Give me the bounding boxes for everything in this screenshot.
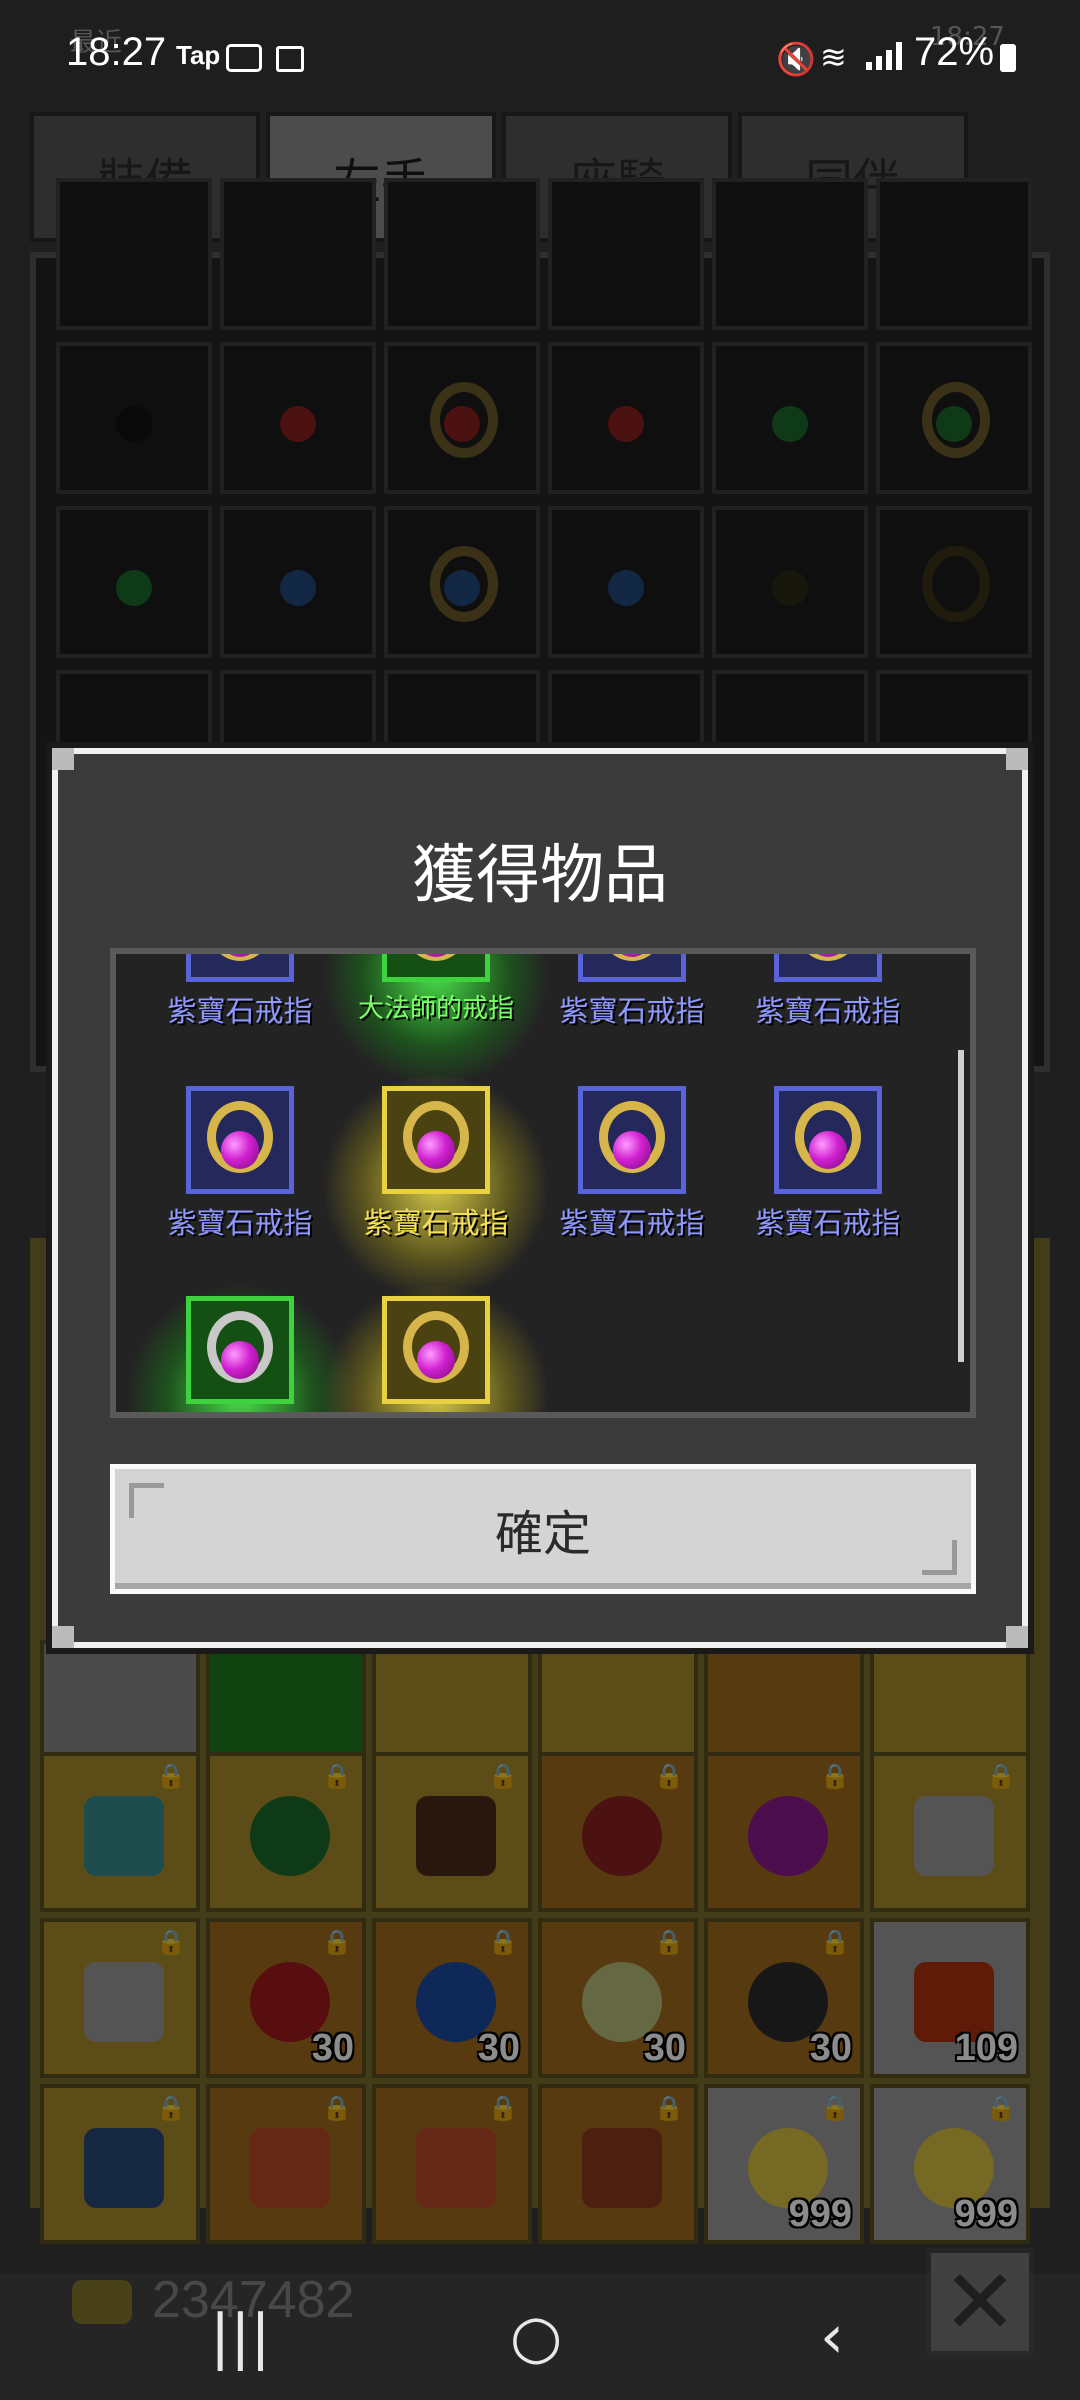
signal-icon (866, 40, 906, 70)
loot-item[interactable]: 紫寶石戒指 (318, 1076, 554, 1296)
dialog-corner (1006, 1626, 1028, 1648)
status-time: 18:27 (66, 30, 167, 74)
gem-icon (809, 1131, 847, 1169)
dialog-corner (1006, 748, 1028, 770)
item-frame (186, 1086, 294, 1194)
loot-item[interactable]: 紫寶石戒指 (730, 954, 926, 1074)
gem-icon (221, 1341, 259, 1379)
item-frame (382, 1086, 490, 1194)
loot-list[interactable]: 紫寶石戒指 大法師的戒指 紫寶石戒指 紫寶石戒指 紫寶石戒指 紫寶石戒指 紫寶石… (110, 948, 976, 1418)
item-frame (578, 1086, 686, 1194)
gem-icon (613, 1131, 651, 1169)
loot-item[interactable] (318, 1286, 554, 1412)
item-frame (774, 1086, 882, 1194)
status-bar: 最近 18:27 18:27 Tap 🔇 ≋ 72% (0, 0, 1080, 110)
loot-item-name: 紫寶石戒指 (755, 994, 901, 1028)
battery-icon (1000, 44, 1016, 72)
obtained-items-dialog: 獲得物品 紫寶石戒指 大法師的戒指 紫寶石戒指 紫寶石戒指 紫寶石戒指 紫寶石戒… (52, 748, 1028, 1648)
home-icon[interactable]: ○ (510, 2302, 562, 2372)
item-frame (186, 1296, 294, 1404)
loot-item-name: 紫寶石戒指 (167, 994, 313, 1028)
wifi-icon: ≋ (820, 38, 847, 76)
loot-item[interactable]: 紫寶石戒指 (142, 1086, 338, 1286)
system-nav-bar: ||| ○ ‹ (0, 2274, 1080, 2400)
loot-item[interactable]: 紫寶石戒指 (534, 1086, 730, 1286)
loot-item-name: 紫寶石戒指 (363, 1206, 509, 1240)
loot-item[interactable]: 紫寶石戒指 (534, 954, 730, 1074)
item-frame (578, 954, 686, 982)
dialog-corner (52, 1626, 74, 1648)
battery-percent: 72% (914, 30, 995, 74)
gem-icon (221, 1131, 259, 1169)
dialog-corner (52, 748, 74, 770)
loot-item-name: 紫寶石戒指 (559, 1206, 705, 1240)
mute-icon: 🔇 (776, 40, 816, 78)
item-frame (382, 954, 490, 982)
scrollbar[interactable] (958, 1050, 964, 1362)
loot-item[interactable]: 紫寶石戒指 (730, 1086, 926, 1286)
loot-item-name: 紫寶石戒指 (167, 1206, 313, 1240)
loot-item[interactable]: 紫寶石戒指 (142, 954, 338, 1074)
button-corner (129, 1483, 164, 1518)
recent-apps-icon[interactable]: ||| (210, 2302, 271, 2372)
loot-item-name: 紫寶石戒指 (559, 994, 705, 1028)
confirm-button-label: 確定 (494, 1506, 591, 1562)
gem-icon (417, 1131, 455, 1169)
lock-icon (276, 46, 304, 72)
item-frame (186, 954, 294, 982)
button-corner (922, 1540, 957, 1575)
item-frame (382, 1296, 490, 1404)
loot-item[interactable]: 大法師的戒指 (318, 954, 554, 1084)
loot-item[interactable] (122, 1286, 358, 1412)
tap-icon: Tap (176, 40, 221, 70)
back-icon[interactable]: ‹ (820, 2302, 844, 2372)
item-frame (774, 954, 882, 982)
gem-icon (417, 1341, 455, 1379)
confirm-button[interactable]: 確定 (110, 1464, 976, 1594)
loot-item-name: 大法師的戒指 (357, 994, 514, 1024)
camera-icon (226, 44, 262, 72)
dialog-title: 獲得物品 (412, 839, 668, 913)
loot-item-name: 紫寶石戒指 (755, 1206, 901, 1240)
